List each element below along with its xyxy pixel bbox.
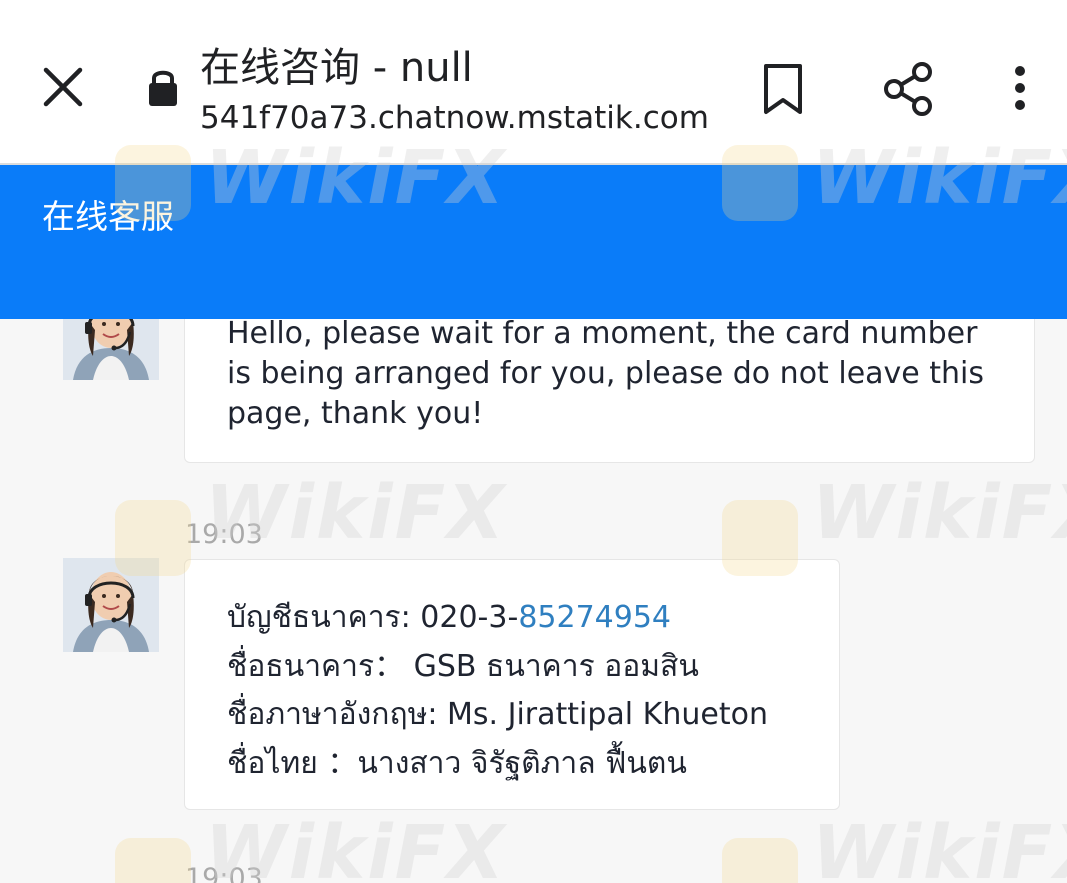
message-line: page, thank you! (227, 396, 484, 431)
chat-header-title: 在线客服 (42, 197, 174, 236)
chat-header: 在线客服 (0, 165, 1067, 319)
message-line: Hello, please wait for a moment, the car… (227, 316, 978, 351)
more-options-button[interactable] (1002, 62, 1038, 114)
bank-name-line: ชื่อธนาคาร： GSB ธนาคาร ออมสิน (227, 648, 699, 684)
message-line: is being arranged for you, please do not… (227, 356, 985, 391)
page-url[interactable]: 541f70a73.chatnow.mstatik.com (200, 98, 709, 138)
page-title: 在线咨询 - null (200, 45, 473, 91)
english-name-line: ชื่อภาษาอังกฤษ: Ms. Jirattipal Khueton (227, 697, 768, 732)
account-label: บัญชีธนาคาร: 020-3- (227, 600, 519, 635)
message-text: บัญชีธนาคาร: 020-3-85274954 ชื่อธนาคาร： … (227, 594, 768, 788)
close-icon (43, 67, 83, 107)
message-timestamp: 19:03 (185, 863, 263, 883)
share-button[interactable] (880, 60, 936, 118)
share-icon (884, 62, 932, 116)
bookmark-icon (764, 64, 802, 114)
bank-account-line: บัญชีธนาคาร: 020-3-85274954 (227, 594, 768, 643)
browser-toolbar: 在线咨询 - null 541f70a73.chatnow.mstatik.co… (0, 0, 1067, 165)
more-vert-icon (1015, 66, 1025, 110)
close-button[interactable] (38, 62, 88, 112)
message-timestamp: 19:03 (185, 519, 263, 550)
thai-name-line: ชื่อไทย ：นางสาว จิรัฐติภาล ฟื้นตน (227, 745, 687, 781)
message-text: Hello, please wait for a moment, the car… (227, 314, 984, 434)
lock-icon (145, 66, 181, 108)
agent-avatar (63, 558, 159, 652)
chat-page: Hello, please wait for a moment, the car… (0, 0, 1067, 883)
message-bubble[interactable]: บัญชีธนาคาร: 020-3-85274954 ชื่อธนาคาร： … (184, 559, 840, 810)
bookmark-button[interactable] (760, 62, 806, 116)
account-number-link[interactable]: 85274954 (518, 600, 671, 635)
